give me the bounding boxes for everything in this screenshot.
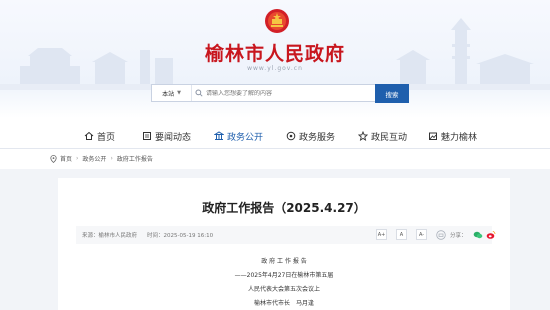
article-line: 人民代表大会第五次会议上 <box>247 286 320 293</box>
breadcrumb-separator-icon: › <box>76 155 79 162</box>
nav-item-label: 政务公开 <box>227 132 264 143</box>
location-pin-icon <box>50 154 57 163</box>
nav-item-label: 政务服务 <box>299 132 336 143</box>
site-title: 榆林市人民政府 <box>204 43 345 65</box>
nav-item-news[interactable]: 要闻动态 <box>142 127 191 145</box>
nav-item-label: 要闻动态 <box>155 132 192 143</box>
nav-item-government-affairs[interactable]: 政务公开 <box>214 127 264 150</box>
nav-item-charm-yulin[interactable]: 魅力榆林 <box>428 127 477 145</box>
article-line: 政 府 工 作 报 告 <box>261 258 307 265</box>
news-icon <box>143 132 151 140</box>
breadcrumb-link-government[interactable]: 政务公开 <box>82 154 106 163</box>
main-nav: 首页 要闻动态 政务公开 政务服务 政民互动 魅力榆林 <box>0 123 550 150</box>
nav-item-label: 首页 <box>97 132 116 143</box>
font-size-default-button[interactable]: A <box>396 229 407 240</box>
font-size-decrease-button[interactable]: A- <box>416 229 427 240</box>
home-icon <box>84 131 94 140</box>
breadcrumb-separator-icon: › <box>110 155 113 162</box>
breadcrumb-link-home[interactable]: 首页 <box>60 154 72 163</box>
nav-item-services[interactable]: 政务服务 <box>286 127 335 145</box>
service-icon <box>286 131 296 141</box>
article-meta-bar: 来源：榆林市人民政府 时间：2025-05-19 16:10 A+ A A- 分… <box>76 226 496 244</box>
search-scope-select[interactable]: 本站 ▼ <box>152 85 192 101</box>
article-card: 政府工作报告（2025.4.27） 来源：榆林市人民政府 时间：2025-05-… <box>58 178 510 310</box>
national-emblem-icon <box>265 9 289 33</box>
article-line: 榆林市代市长 马月逢 <box>253 300 314 307</box>
weibo-icon[interactable] <box>486 230 496 240</box>
nav-item-interaction[interactable]: 政民互动 <box>358 127 407 145</box>
search-scope-label: 本站 <box>162 90 175 98</box>
share-label: 分享： <box>450 233 467 239</box>
government-icon <box>214 131 224 140</box>
breadcrumb: 首页 › 政务公开 › 政府工作报告 <box>0 149 550 169</box>
scenery-icon <box>429 132 437 140</box>
article-title: 政府工作报告（2025.4.27） <box>202 201 366 215</box>
search-icon <box>192 89 206 97</box>
article-time: 时间：2025-05-19 16:10 <box>147 233 214 239</box>
breadcrumb-link-report[interactable]: 政府工作报告 <box>117 154 153 163</box>
article-source: 来源：榆林市人民政府 <box>82 233 138 239</box>
search-button[interactable]: 搜索 <box>375 84 409 103</box>
chevron-down-icon: ▼ <box>177 90 181 96</box>
interaction-icon <box>358 131 368 141</box>
search-bar: 本站 ▼ <box>151 84 409 102</box>
site-url: www.yl.gov.cn <box>247 65 303 72</box>
nav-item-label: 政民互动 <box>371 132 408 143</box>
nav-item-label: 魅力榆林 <box>441 132 478 143</box>
nav-item-home[interactable]: 首页 <box>84 127 115 145</box>
print-icon[interactable] <box>436 230 446 240</box>
article-line: ——2025年4月27日在榆林市第五届 <box>234 272 334 279</box>
wechat-icon[interactable] <box>473 230 483 240</box>
font-size-increase-button[interactable]: A+ <box>376 229 387 240</box>
